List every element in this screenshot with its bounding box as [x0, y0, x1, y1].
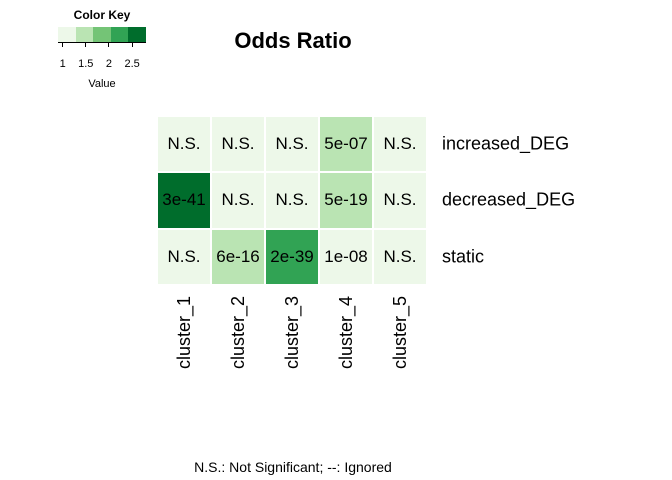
- color-key-tick-label: 1.5: [78, 58, 94, 70]
- color-key-axis: [58, 42, 146, 49]
- color-key-axis-label: Value: [88, 78, 116, 90]
- heatmap-figure: Color Key 1 1.5 2 2.5 Value Odds Ratio N.S.…: [0, 0, 672, 480]
- column-label: cluster_2: [228, 296, 248, 370]
- heatmap-cell: N.S.: [157, 228, 211, 285]
- row-label: decreased_DEG: [442, 189, 576, 210]
- column-label: cluster_3: [282, 296, 302, 370]
- heatmap-cell: 1e-08: [319, 228, 373, 285]
- color-key-tick: [108, 43, 110, 47]
- heatmap-cell: 5e-19: [319, 172, 373, 229]
- heatmap-cell: 2e-39: [265, 228, 319, 285]
- chart-title: Odds Ratio: [234, 28, 352, 53]
- heatmap-grid: N.S. N.S. N.S. 5e-07 N.S. 3e-41 N.S. N.S. 5e-19 N…: [157, 116, 427, 285]
- heatmap-cell: N.S.: [265, 172, 319, 229]
- heatmap-cell: N.S.: [157, 116, 211, 173]
- color-key-swatch: [93, 27, 111, 42]
- color-key-swatch: [75, 27, 94, 42]
- column-label: cluster_1: [174, 296, 194, 370]
- heatmap-cell: N.S.: [265, 116, 319, 173]
- heatmap-cell: N.S.: [373, 116, 427, 173]
- color-key-swatch: [128, 27, 146, 42]
- color-key-tick-label: 1: [59, 58, 66, 70]
- footnote: N.S.: Not Significant; --: Ignored: [194, 459, 392, 475]
- heatmap-cell: 6e-16: [211, 228, 265, 285]
- row-label: increased_DEG: [442, 133, 570, 154]
- color-key-tick-label: 2.5: [124, 58, 140, 70]
- color-key-swatch: [58, 27, 76, 42]
- heatmap-cell: N.S.: [211, 172, 265, 229]
- heatmap-cell: N.S.: [373, 228, 427, 285]
- column-label: cluster_4: [336, 296, 356, 370]
- color-key-swatch: [110, 27, 129, 42]
- color-key-tick: [131, 43, 133, 47]
- column-label: cluster_5: [390, 296, 410, 370]
- heatmap-cell: N.S.: [373, 172, 427, 229]
- color-key-tick: [85, 43, 87, 47]
- row-label: static: [442, 246, 485, 267]
- color-key-tick-label: 2: [105, 58, 112, 70]
- heatmap-cell: 5e-07: [319, 116, 373, 173]
- color-key-bar: [58, 27, 146, 42]
- color-key-tick: [62, 43, 64, 47]
- heatmap-cell: N.S.: [211, 116, 265, 173]
- color-key-title: Color Key: [73, 8, 131, 22]
- heatmap-cell: 3e-41: [157, 172, 211, 229]
